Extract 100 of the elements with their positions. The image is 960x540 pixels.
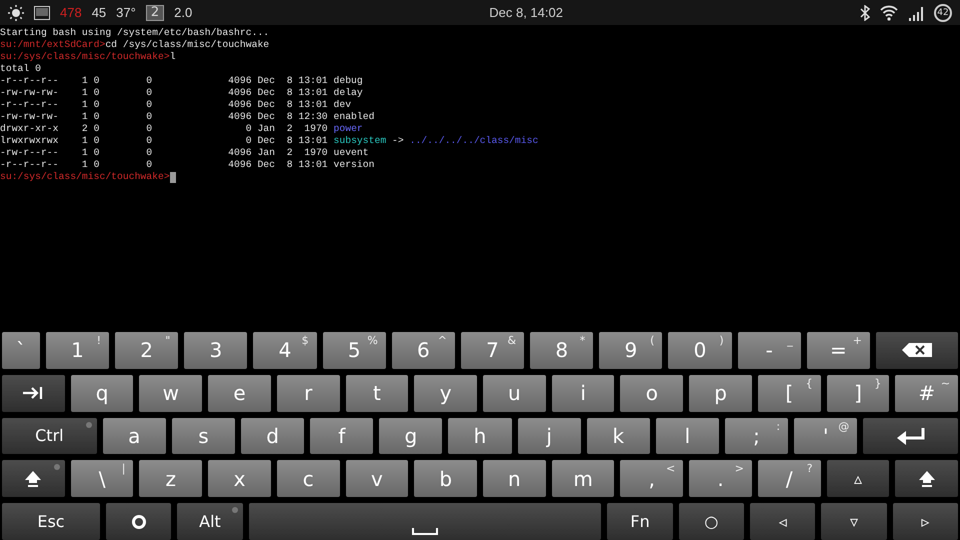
key[interactable]: h	[448, 418, 512, 454]
key[interactable]: p	[689, 374, 752, 412]
key[interactable]: Fn	[607, 503, 673, 540]
terminal-text: cd /sys/class/misc/touchwake	[105, 39, 270, 51]
terminal-text: drwxr-xr-x 2 0 0 0 Jan 2 1970	[0, 123, 329, 135]
status-text: 478	[60, 5, 82, 20]
key[interactable]: 5 %	[322, 332, 386, 369]
key[interactable]: ] }	[826, 374, 890, 412]
key[interactable]: [ {	[758, 374, 821, 412]
key[interactable]: l	[656, 418, 719, 454]
key[interactable]: j	[518, 418, 581, 454]
terminal-text: -r--r--r-- 1 0 0 4096 Dec 8 13:01 debug	[0, 75, 363, 87]
status-text: 2.0	[174, 5, 192, 20]
key[interactable]: ; :	[724, 418, 788, 454]
key[interactable]: ▿	[821, 503, 887, 540]
key[interactable]: n	[483, 460, 546, 498]
key[interactable]: g	[379, 418, 442, 454]
key[interactable]: ▵	[826, 460, 890, 498]
terminal-text: -r--r--r-- 1 0 0 4096 Dec 8 13:01 dev	[0, 99, 352, 111]
key[interactable]: w	[139, 374, 202, 412]
key[interactable]: 9 (	[599, 332, 662, 369]
terminal-text: -rw-r--r-- 1 0 0 4096 Jan 2 1970 uevent	[0, 147, 369, 159]
key[interactable]: k	[586, 418, 650, 454]
wifi-icon	[880, 4, 898, 20]
status-text: 37°	[116, 5, 136, 20]
terminal-text: ../../../../class/misc	[410, 135, 538, 147]
key[interactable]: 3	[184, 332, 248, 369]
notification-count: 2	[146, 4, 164, 20]
key[interactable]: , <	[620, 460, 684, 498]
shift-icon	[24, 470, 42, 488]
tab-key[interactable]	[2, 374, 65, 412]
terminal-text: ->	[391, 135, 405, 147]
key[interactable]: y	[414, 374, 478, 412]
key[interactable]: = +	[806, 332, 870, 369]
brightness-icon	[8, 4, 24, 20]
space-icon	[412, 528, 438, 536]
terminal-text: -r--r--r-- 1 0 0 4096 Dec 8 13:01 version	[0, 159, 374, 171]
key[interactable]: 1 !	[46, 332, 110, 369]
battery-level: 42	[934, 4, 952, 22]
settings-icon	[130, 514, 147, 530]
key[interactable]: \ |	[70, 460, 134, 498]
key[interactable]: z	[139, 460, 202, 498]
terminal-text: total 0	[0, 63, 41, 75]
clock: Dec 8, 14:02	[488, 5, 564, 20]
backspace-key[interactable]	[876, 332, 958, 369]
key[interactable]: s	[172, 418, 235, 454]
backspace-icon	[902, 343, 932, 358]
key[interactable]: f	[310, 418, 374, 454]
terminal-text: su:/mnt/extSdCard>	[0, 39, 106, 51]
key[interactable]: a	[102, 418, 166, 454]
key[interactable]: c	[276, 460, 340, 498]
key[interactable]: q	[70, 374, 134, 412]
key[interactable]: Ctrl	[2, 418, 97, 454]
key[interactable]: x	[208, 460, 271, 498]
key[interactable]: . >	[689, 460, 752, 498]
key[interactable]: ▹	[892, 503, 958, 540]
key[interactable]: i	[552, 374, 614, 412]
terminal-text: l	[170, 51, 176, 63]
key[interactable]: ◃	[750, 503, 816, 540]
key[interactable]: r	[276, 374, 340, 412]
terminal-text: power	[334, 123, 363, 135]
key[interactable]: v	[346, 460, 408, 498]
terminal-text: Starting bash using /system/etc/bash/bashrc...	[0, 27, 270, 39]
tab-icon	[22, 386, 44, 400]
signal-icon	[908, 4, 924, 20]
key[interactable]: - _	[738, 332, 801, 369]
screenshot-icon	[34, 6, 50, 20]
terminal-text: subsystem	[334, 135, 386, 147]
key[interactable]: 0 )	[668, 332, 732, 369]
key[interactable]: ' @	[794, 418, 858, 454]
key[interactable]: ○	[678, 503, 744, 540]
key[interactable]: b	[414, 460, 478, 498]
key[interactable]: 8 *	[530, 332, 594, 369]
key[interactable]: 2 "	[115, 332, 178, 369]
status-text: 45	[92, 5, 106, 20]
key[interactable]: Esc	[2, 503, 100, 540]
key[interactable]: # ~	[895, 374, 958, 412]
key[interactable]: 6 ^	[392, 332, 455, 369]
key[interactable]: d	[241, 418, 304, 454]
terminal-text: -rw-rw-rw- 1 0 0 4096 Dec 8 13:01 delay	[0, 87, 363, 99]
terminal-text: su:/sys/class/misc/touchwake>	[0, 171, 170, 183]
key[interactable]: e	[208, 374, 271, 412]
settings-key[interactable]	[106, 503, 172, 540]
key[interactable]: / ?	[758, 460, 821, 498]
bluetooth-icon	[860, 4, 870, 20]
key[interactable]: o	[620, 374, 684, 412]
shift-key[interactable]	[2, 460, 65, 498]
enter-key[interactable]	[863, 418, 958, 454]
key[interactable]: 4 $	[253, 332, 317, 369]
enter-icon	[896, 426, 925, 445]
key[interactable]: Alt	[177, 503, 243, 540]
terminal-text: su:/sys/class/misc/touchwake>	[0, 51, 170, 63]
key[interactable]: 7 &	[460, 332, 524, 369]
terminal-text: -rw-rw-rw- 1 0 0 4096 Dec 8 12:30 enabled	[0, 111, 374, 123]
key[interactable]: m	[552, 460, 614, 498]
key[interactable]: `	[2, 332, 40, 369]
shift-icon	[918, 470, 936, 488]
shift-key[interactable]	[895, 460, 958, 498]
key[interactable]: u	[483, 374, 546, 412]
key[interactable]: t	[346, 374, 408, 412]
